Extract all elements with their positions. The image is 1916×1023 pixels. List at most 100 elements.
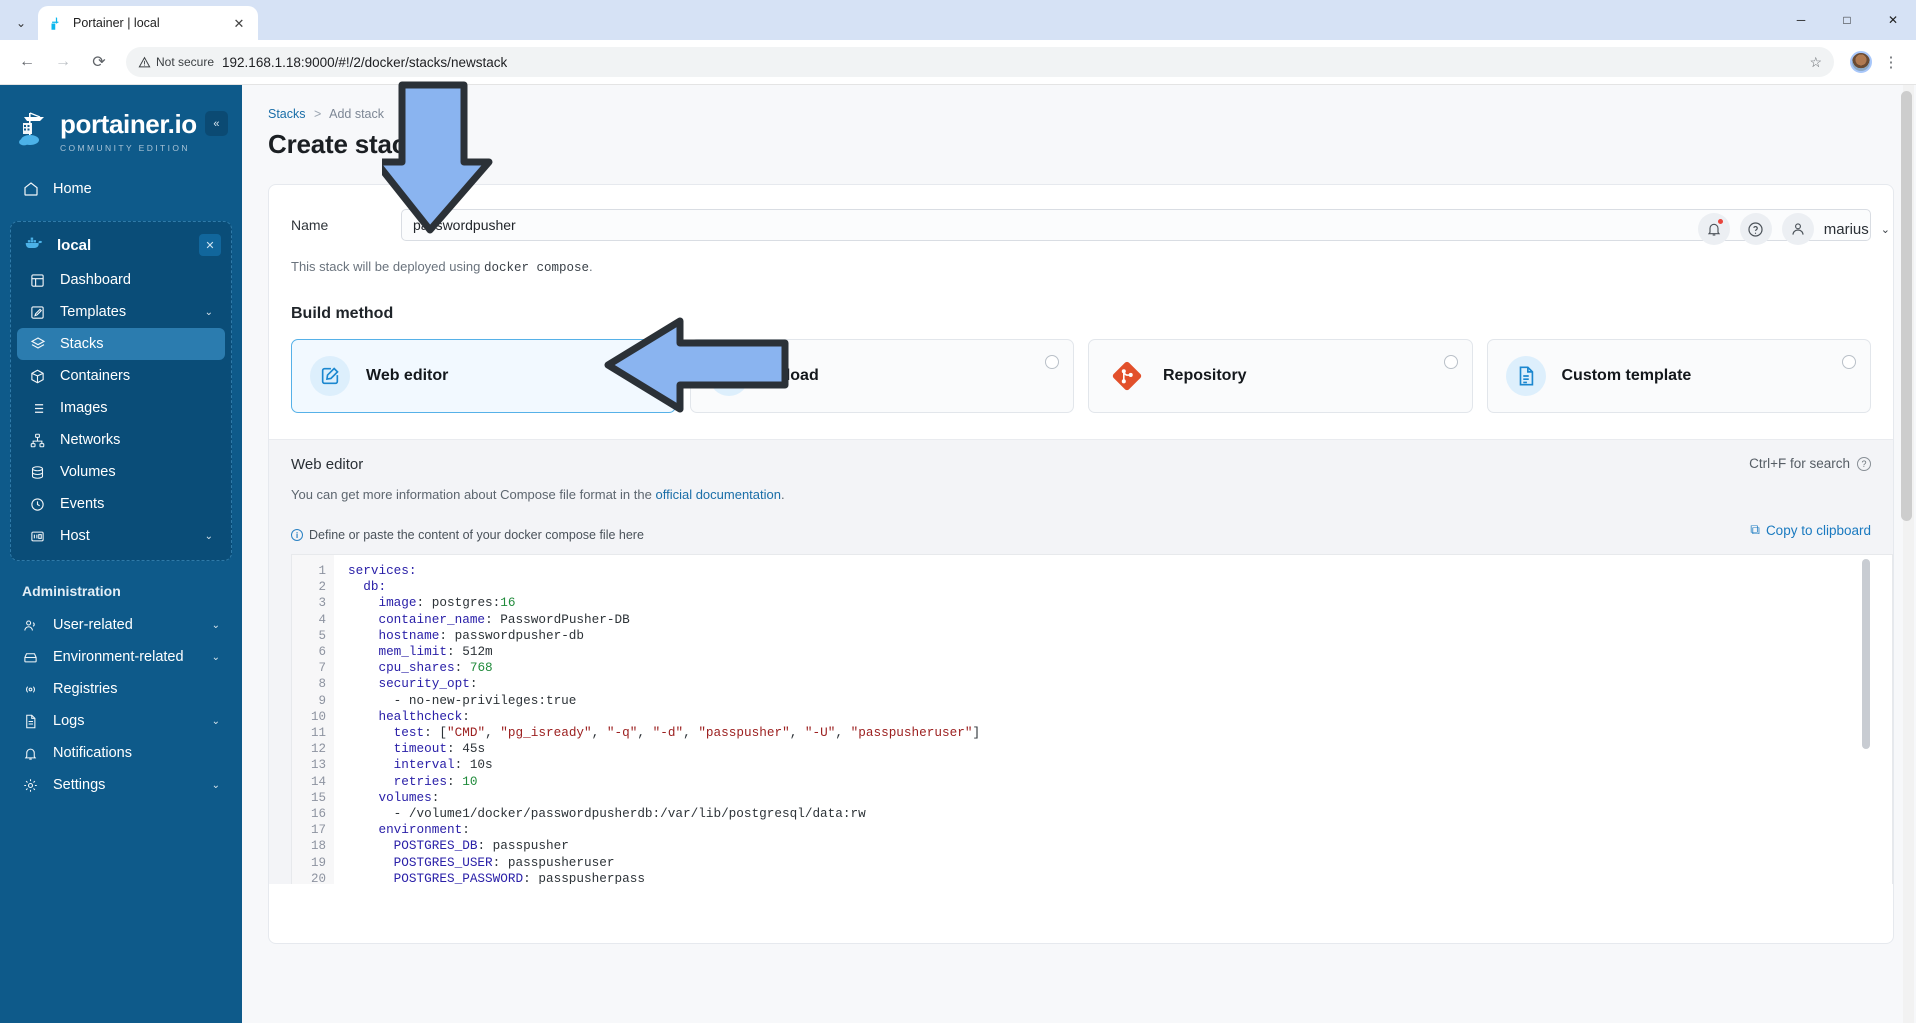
build-method-custom-template[interactable]: Custom template (1486, 339, 1871, 413)
code-token: security_opt (348, 676, 470, 692)
address-bar[interactable]: Not secure 192.168.1.18:9000/#!/2/docker… (126, 47, 1834, 77)
browser-menu-icon[interactable]: ⋮ (1878, 55, 1904, 70)
sidebar-item-registries[interactable]: Registries (10, 673, 232, 705)
code-token: healthcheck (348, 708, 463, 724)
window-minimize-button[interactable]: ─ (1778, 0, 1824, 40)
copy-to-clipboard-button[interactable]: ⧉ Copy to clipboard (1750, 522, 1871, 538)
pencil-square-icon (310, 356, 350, 396)
chevron-down-icon[interactable]: ⌄ (205, 307, 213, 318)
sidebar-item-environment-related[interactable]: Environment-related ⌄ (10, 641, 232, 673)
images-list-icon (29, 400, 46, 417)
window-close-button[interactable]: ✕ (1870, 0, 1916, 40)
radio-unselected-icon[interactable] (1443, 355, 1458, 369)
not-secure-badge[interactable]: Not secure (138, 55, 214, 69)
code-line-number: 17 (310, 823, 326, 838)
code-token: image (348, 595, 417, 611)
notifications-button[interactable] (1697, 213, 1730, 245)
build-method-upload[interactable]: Upload (689, 339, 1074, 413)
code-token: "-q" (606, 725, 638, 741)
sidebar-item-volumes[interactable]: Volumes (17, 456, 225, 488)
window-maximize-button[interactable]: □ (1824, 0, 1870, 40)
sidebar-item-stacks[interactable]: Stacks (17, 328, 225, 360)
code-line: mem_limit: 512m (348, 644, 1892, 660)
sidebar-item-label: Registries (53, 681, 118, 697)
chevron-down-icon[interactable]: ⌄ (205, 531, 213, 542)
sidebar-item-events[interactable]: Events (17, 488, 225, 520)
web-editor-title: Web editor (291, 456, 364, 473)
code-token: : (469, 676, 478, 692)
sidebar-item-host[interactable]: Host ⌄ (17, 520, 225, 552)
page-scrollbar-track[interactable] (1901, 85, 1914, 1023)
chevron-down-icon[interactable]: ⌄ (212, 652, 220, 663)
web-editor-description: You can get more information about Compo… (291, 487, 1871, 502)
code-line: volumes: (348, 790, 1892, 806)
sidebar-item-user-related[interactable]: User-related ⌄ (10, 609, 232, 641)
radio-unselected-icon[interactable] (1045, 355, 1059, 369)
code-token: : (446, 773, 463, 789)
sidebar-item-containers[interactable]: Containers (17, 360, 225, 392)
browser-tab-title: Portainer | local (73, 16, 160, 30)
help-button[interactable] (1739, 213, 1772, 245)
sidebar-item-label: User-related (53, 617, 133, 633)
host-server-icon (29, 528, 46, 545)
build-method-web-editor[interactable]: Web editor ✓ (291, 339, 676, 413)
code-token: ] (972, 725, 981, 741)
sidebar-item-settings[interactable]: Settings ⌄ (10, 769, 232, 801)
user-name-label: marius (1823, 220, 1869, 238)
code-token: environment (348, 822, 463, 838)
tab-search-chevron-icon[interactable]: ⌄ (4, 8, 38, 38)
sidebar-collapse-button[interactable]: « (204, 111, 228, 136)
breadcrumb-stacks-link[interactable]: Stacks (268, 107, 306, 121)
code-token: POSTGRES_DB (348, 838, 478, 854)
chevron-down-icon[interactable]: ⌄ (212, 620, 220, 631)
build-method-label: Custom template (1561, 367, 1692, 384)
build-method-repository[interactable]: Repository (1088, 339, 1473, 413)
radio-selected-icon[interactable]: ✓ (645, 355, 661, 370)
sidebar-item-logs[interactable]: Logs ⌄ (10, 705, 232, 737)
editor-vertical-scrollbar[interactable] (1862, 559, 1870, 749)
code-line: hostname: passwordpusher-db (348, 628, 1892, 644)
build-method-label: Upload (764, 367, 819, 384)
chevron-down-icon[interactable]: ⌄ (1881, 223, 1890, 236)
refresh-icon[interactable]: ⟳ (430, 135, 444, 155)
environment-close-icon[interactable]: ✕ (199, 234, 221, 256)
radio-unselected-icon[interactable] (1842, 355, 1856, 369)
page-scrollbar-thumb[interactable] (1901, 91, 1912, 521)
sidebar-item-templates[interactable]: Templates ⌄ (17, 296, 225, 328)
back-button-icon[interactable]: ← (12, 47, 42, 77)
stacks-layers-icon (29, 336, 46, 353)
forward-button-icon[interactable]: → (48, 47, 78, 77)
sidebar-item-notifications[interactable]: Notifications (10, 737, 232, 769)
code-token: interval (348, 757, 455, 773)
sidebar-environment-header[interactable]: local ✕ (11, 230, 231, 260)
chevron-down-icon[interactable]: ⌄ (212, 716, 220, 727)
code-line-number: 20 (310, 871, 326, 884)
registries-broadcast-icon (22, 681, 39, 698)
code-token: , (485, 725, 501, 741)
stack-name-input[interactable] (401, 209, 1871, 241)
sidebar-brand[interactable]: portainer.io COMMUNITY EDITION « (0, 85, 242, 157)
code-line-number: 11 (310, 726, 326, 741)
user-avatar[interactable] (1781, 213, 1814, 245)
bookmark-star-icon[interactable]: ☆ (1809, 54, 1822, 71)
browser-tab[interactable]: Portainer | local ✕ (38, 6, 258, 40)
sidebar-item-networks[interactable]: Networks (17, 424, 225, 456)
tab-close-icon[interactable]: ✕ (230, 17, 248, 30)
code-editor[interactable]: 1 2 3 4 5 6 7 8 9 10 11 12 13 14 15 16 17 18 19 20 services… (291, 554, 1893, 884)
brand-name: portainer.io (60, 109, 197, 139)
official-documentation-link[interactable]: official documentation (655, 487, 781, 502)
portainer-crane-logo-icon (18, 109, 52, 149)
code-line: POSTGRES_PASSWORD: passpusherpass (348, 871, 1892, 884)
header-actions: marius ⌄ (1697, 213, 1890, 245)
chevron-down-icon[interactable]: ⌄ (212, 780, 220, 791)
address-bar-url: 192.168.1.18:9000/#!/2/docker/stacks/new… (222, 54, 508, 70)
code-content[interactable]: services: db: image: postgres:16 contain… (334, 555, 1892, 884)
sidebar-item-home[interactable]: Home (10, 173, 232, 205)
code-token: retries (348, 773, 447, 789)
code-token: , (637, 725, 653, 741)
sidebar-item-images[interactable]: Images (17, 392, 225, 424)
reload-button-icon[interactable]: ⟳ (84, 47, 114, 77)
sidebar-item-dashboard[interactable]: Dashboard (17, 264, 225, 296)
help-circle-icon[interactable]: ? (1857, 456, 1871, 471)
browser-profile-avatar[interactable] (1850, 51, 1872, 73)
